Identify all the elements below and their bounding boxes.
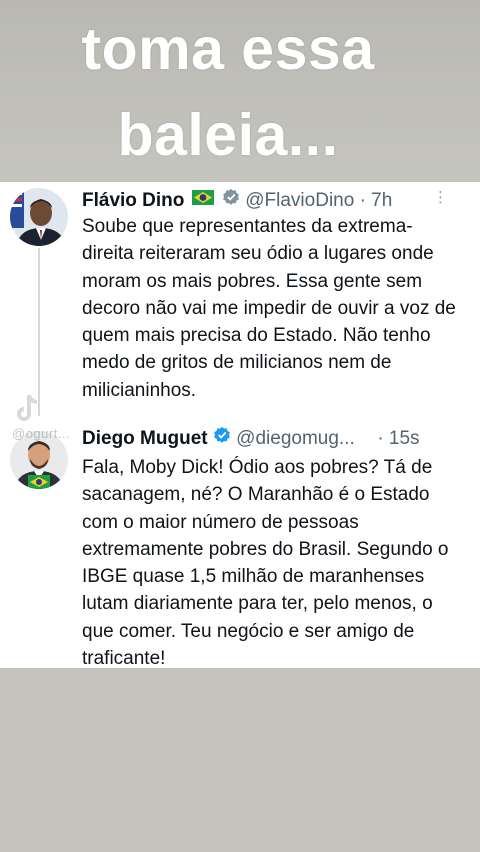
tweet-1-text: Soube que representantes da extrema-dire…: [82, 216, 456, 401]
caption-line-2: baleia...: [117, 102, 339, 168]
brazil-flag-icon: [191, 187, 214, 213]
tweet-1-more-icon[interactable]: ⋮: [433, 188, 448, 206]
tweet-1-display-name[interactable]: Flávio Dino: [82, 190, 184, 211]
tweet-2-time[interactable]: · 15s: [377, 428, 419, 449]
verified-badge-icon: [213, 426, 231, 452]
tweet-2-text: Fala, Moby Dick! Ódio aos pobres? Tá de …: [82, 457, 449, 670]
tweet-2-header: Diego Muguet @diegomug... · 15s: [82, 426, 420, 452]
watermark-handle: @ogurt...: [12, 426, 71, 441]
tweet-2-handle[interactable]: @diegomug...: [236, 428, 355, 449]
tweet-1-header: Flávio Dino @FlavioDino · 7h: [82, 187, 392, 213]
tweet-2-display-name[interactable]: Diego Muguet: [82, 428, 208, 449]
tiktok-logo-icon: [14, 392, 44, 429]
tweet-1-handle[interactable]: @FlavioDino: [245, 190, 354, 211]
avatar-flavio-dino[interactable]: [10, 188, 68, 246]
verified-badge-icon: [222, 188, 240, 214]
video-caption: toma essa baleia...: [0, 6, 456, 178]
tweet-1-time[interactable]: · 7h: [360, 190, 393, 211]
thread-connector-line: [38, 248, 40, 416]
caption-line-1: toma essa: [81, 16, 375, 82]
bottom-background: [0, 668, 480, 852]
